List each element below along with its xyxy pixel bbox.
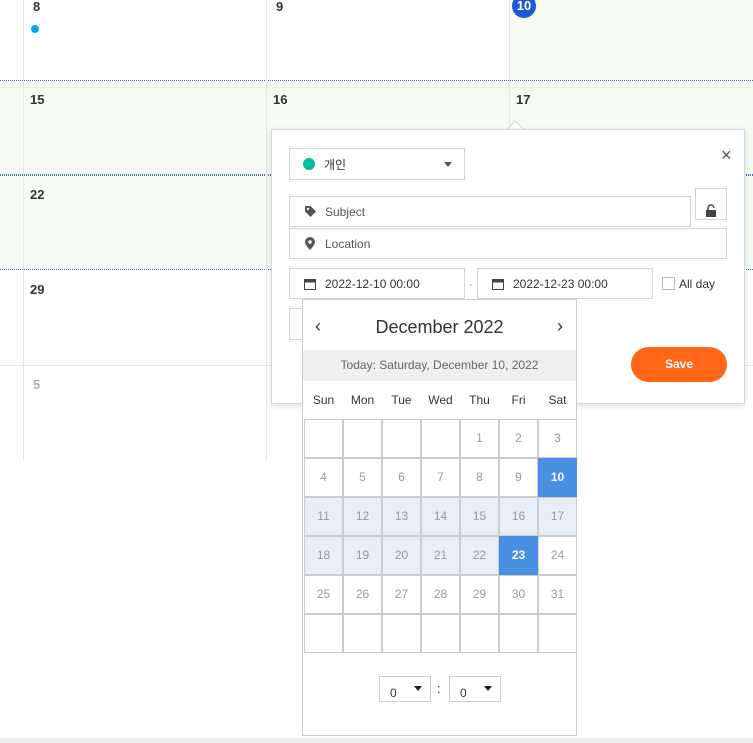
today-button[interactable]: Today: Saturday, December 10, 2022 <box>303 350 576 381</box>
close-button[interactable]: × <box>721 146 732 164</box>
datepicker-empty-cell <box>499 614 538 653</box>
bottom-strip <box>0 738 753 743</box>
datepicker-end-day[interactable]: 23 <box>499 536 538 575</box>
datepicker-empty-cell <box>421 614 460 653</box>
datepicker-day[interactable]: 28 <box>421 575 460 614</box>
datepicker-day[interactable]: 29 <box>460 575 499 614</box>
day-number[interactable]: 9 <box>276 0 283 14</box>
calendar-select[interactable]: 개인 <box>289 148 465 180</box>
hour-value: 0 <box>390 686 397 700</box>
day-number[interactable]: 15 <box>30 92 44 107</box>
location-placeholder: Location <box>325 236 371 251</box>
datepicker-day[interactable]: 26 <box>343 575 382 614</box>
day-number[interactable]: 29 <box>30 282 44 297</box>
state-select[interactable] <box>289 308 303 340</box>
datepicker-empty-cell <box>343 614 382 653</box>
weekday-header: Wed <box>428 393 453 407</box>
calendar-select-label: 개인 <box>324 157 347 172</box>
datepicker-day[interactable]: 19 <box>343 536 382 575</box>
save-button[interactable]: Save <box>631 347 727 382</box>
datepicker-day[interactable]: 17 <box>538 497 577 536</box>
datepicker-day[interactable]: 16 <box>499 497 538 536</box>
minute-select[interactable]: 0 <box>449 676 501 702</box>
chevron-down-icon <box>414 686 422 691</box>
datepicker-empty-cell <box>382 614 421 653</box>
start-date-input[interactable]: 2022-12-10 00:00 <box>289 268 465 299</box>
weekday-header: Tue <box>391 393 412 407</box>
day-number[interactable]: 22 <box>30 187 44 202</box>
datepicker-empty-cell <box>382 419 421 458</box>
calendar-icon <box>303 277 317 291</box>
weekday-header: Thu <box>469 393 490 407</box>
day-number[interactable]: 17 <box>516 92 530 107</box>
weekday-header: Sun <box>312 393 335 407</box>
subject-placeholder: Subject <box>325 204 366 219</box>
datepicker-empty-cell <box>343 419 382 458</box>
datepicker-day[interactable]: 15 <box>460 497 499 536</box>
datepicker-day[interactable]: 12 <box>343 497 382 536</box>
datepicker-day[interactable]: 22 <box>460 536 499 575</box>
hour-select[interactable]: 0 <box>379 676 431 702</box>
event-dot[interactable] <box>31 25 39 33</box>
datepicker-day[interactable]: 7 <box>421 458 460 497</box>
datepicker-day[interactable]: 27 <box>382 575 421 614</box>
datepicker-start-day[interactable]: 10 <box>538 458 577 497</box>
selection-border <box>509 0 753 81</box>
location-input[interactable]: Location <box>289 228 727 259</box>
datepicker-day[interactable]: 11 <box>304 497 343 536</box>
datepicker-day[interactable]: 1 <box>460 419 499 458</box>
datepicker-day[interactable]: 30 <box>499 575 538 614</box>
day-number[interactable]: 16 <box>273 92 287 107</box>
all-day-checkbox[interactable] <box>662 277 675 290</box>
datepicker-empty-cell <box>304 614 343 653</box>
date-separator: - <box>469 277 473 291</box>
time-colon: : <box>437 681 441 696</box>
datepicker-empty-cell <box>421 419 460 458</box>
tag-icon <box>303 205 317 219</box>
datepicker-title[interactable]: December 2022 <box>303 317 576 338</box>
calendar-color-dot <box>303 158 315 170</box>
end-date-input[interactable]: 2022-12-23 00:00 <box>477 268 653 299</box>
datepicker-day[interactable]: 4 <box>304 458 343 497</box>
datepicker-empty-cell <box>304 419 343 458</box>
end-date-value: 2022-12-23 00:00 <box>513 276 608 291</box>
datepicker-day[interactable]: 31 <box>538 575 577 614</box>
weekday-header: Fri <box>511 393 526 407</box>
private-toggle-button[interactable] <box>695 188 727 220</box>
datepicker-day[interactable]: 2 <box>499 419 538 458</box>
next-month-button[interactable]: › <box>557 316 563 337</box>
datepicker: ‹ December 2022 › Today: Saturday, Decem… <box>302 299 577 736</box>
datepicker-day[interactable]: 20 <box>382 536 421 575</box>
calendar-icon <box>491 277 505 291</box>
datepicker-day[interactable]: 5 <box>343 458 382 497</box>
datepicker-day[interactable]: 6 <box>382 458 421 497</box>
datepicker-day[interactable]: 25 <box>304 575 343 614</box>
datepicker-day[interactable]: 14 <box>421 497 460 536</box>
weekday-header: Sat <box>548 393 567 407</box>
datepicker-empty-cell <box>538 614 577 653</box>
datepicker-day[interactable]: 8 <box>460 458 499 497</box>
all-day-label[interactable]: All day <box>679 277 715 291</box>
datepicker-day[interactable]: 3 <box>538 419 577 458</box>
lock-icon <box>706 204 716 217</box>
day-number-other-month[interactable]: 5 <box>33 377 40 392</box>
datepicker-day[interactable]: 21 <box>421 536 460 575</box>
chevron-down-icon <box>444 162 452 167</box>
day-number[interactable]: 8 <box>33 0 40 14</box>
datepicker-day[interactable]: 18 <box>304 536 343 575</box>
datepicker-day[interactable]: 24 <box>538 536 577 575</box>
datepicker-day[interactable]: 13 <box>382 497 421 536</box>
subject-input[interactable]: Subject <box>289 196 691 227</box>
minute-value: 0 <box>460 686 467 700</box>
datepicker-day[interactable]: 9 <box>499 458 538 497</box>
chevron-down-icon <box>484 686 492 691</box>
datepicker-empty-cell <box>460 614 499 653</box>
weekday-header: Mon <box>350 393 375 407</box>
location-pin-icon <box>303 237 317 251</box>
start-date-value: 2022-12-10 00:00 <box>325 276 420 291</box>
